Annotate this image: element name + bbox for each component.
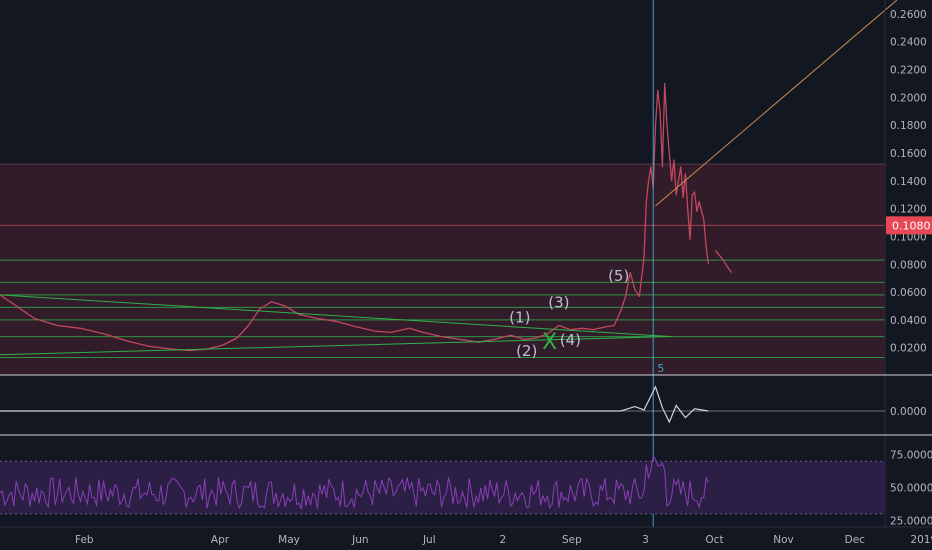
price-tick-label: 0.1200: [890, 204, 927, 216]
chart-canvas: 5 (1) (2) (3) (4) (5) X 0.2600 0.2400 0.2200 0.2…: [0, 0, 932, 550]
wave-label: (3): [548, 293, 569, 311]
price-tick-label: 0.2600: [890, 9, 927, 21]
wave-label: (2): [516, 342, 537, 360]
vertical-marker-label: 5: [657, 362, 664, 375]
price-tick-label: 0.0800: [890, 259, 927, 271]
time-tick-label: 2: [500, 534, 507, 546]
time-tick-label: Oct: [705, 534, 723, 546]
time-tick-label: 2019: [910, 534, 932, 546]
time-tick-label: Dec: [845, 534, 866, 546]
time-tick-label: 3: [642, 534, 649, 546]
price-tick-label: 0.1600: [890, 148, 927, 160]
resistance-zone: [0, 164, 885, 376]
wave-label: (4): [560, 331, 581, 349]
rsi-axis: 75.0000 50.0000 25.0000: [890, 450, 932, 528]
rsi-tick-label: 25.0000: [890, 515, 932, 527]
oscillator-axis: 0.0000: [890, 406, 927, 418]
price-tick-label: 0.1800: [890, 120, 927, 132]
time-tick-label: May: [278, 534, 300, 546]
price-tick-label: 0.0200: [890, 343, 927, 355]
oscillator-tick-label: 0.0000: [890, 406, 927, 418]
time-tick-label: Sep: [562, 534, 582, 546]
price-tick-label: 0.0600: [890, 287, 927, 299]
price-tick-label: 0.2400: [890, 37, 927, 49]
last-price-value: 0.1080: [892, 219, 931, 232]
price-tick-label: 0.2000: [890, 92, 927, 104]
time-tick-label: Nov: [773, 534, 794, 546]
price-tick-label: 0.1400: [890, 176, 927, 188]
time-tick-label: Jul: [422, 534, 436, 546]
last-price-label: 0.1080: [886, 216, 932, 235]
price-tick-label: 0.0400: [890, 315, 927, 327]
time-tick-label: Jun: [351, 534, 368, 546]
time-tick-label: Feb: [75, 534, 94, 546]
wave-label: (5): [608, 267, 629, 285]
wave-label: X: [542, 330, 557, 355]
rsi-tick-label: 50.0000: [890, 483, 932, 495]
wave-label: (1): [509, 309, 530, 327]
time-tick-label: Apr: [211, 534, 230, 546]
rsi-tick-label: 75.0000: [890, 450, 932, 462]
rsi-band: [0, 461, 885, 514]
price-tick-label: 0.2200: [890, 65, 927, 77]
